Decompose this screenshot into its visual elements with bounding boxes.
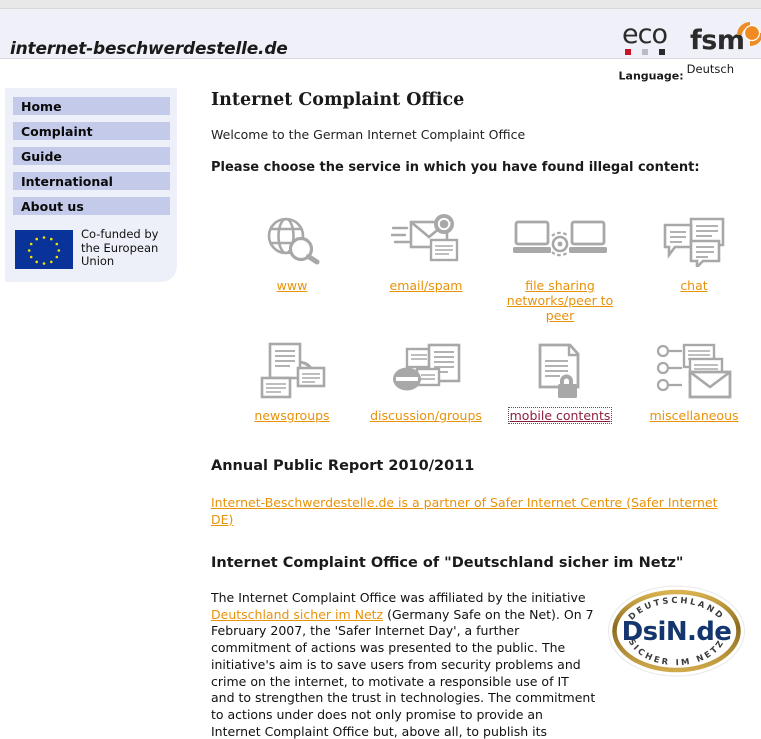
sidebar-item-label: Guide bbox=[21, 149, 62, 164]
documents-with-disc-icon bbox=[359, 340, 493, 402]
browser-top-strip bbox=[0, 0, 761, 9]
service-www[interactable]: www bbox=[225, 210, 359, 294]
sidebar-item-label: Home bbox=[21, 99, 62, 114]
sidebar-nav: Home Complaint Guide International About… bbox=[13, 97, 170, 222]
eco-logo-dots bbox=[625, 49, 673, 56]
service-newsgroups[interactable]: newsgroups bbox=[225, 340, 359, 424]
service-row-2: newsgroups discussion/groups mobile cont… bbox=[211, 340, 756, 460]
sidebar-item-guide[interactable]: Guide bbox=[13, 147, 170, 165]
service-mobile-contents[interactable]: mobile contents bbox=[493, 340, 627, 424]
sidebar-item-international[interactable]: International bbox=[13, 172, 170, 190]
two-computers-network-icon bbox=[493, 210, 627, 272]
nodes-documents-envelope-icon bbox=[627, 340, 761, 402]
service-row-1: www email/spam file sharing networks/pee… bbox=[211, 210, 756, 340]
service-chat[interactable]: chat bbox=[627, 210, 761, 294]
sidebar: Home Complaint Guide International About… bbox=[5, 88, 177, 282]
service-label[interactable]: newsgroups bbox=[254, 408, 329, 423]
service-email-spam[interactable]: email/spam bbox=[359, 210, 493, 294]
european-union-flag-icon bbox=[15, 230, 73, 269]
sidebar-item-label: Complaint bbox=[21, 124, 93, 139]
fsm-swoosh-icon bbox=[737, 22, 761, 46]
welcome-text: Welcome to the German Internet Complaint… bbox=[211, 127, 526, 142]
service-label[interactable]: mobile contents bbox=[507, 407, 613, 424]
eco-logo-text: eco bbox=[622, 19, 668, 50]
document-lock-icon bbox=[493, 340, 627, 402]
annual-report-heading: Annual Public Report 2010/2011 bbox=[211, 458, 475, 474]
service-miscellaneous[interactable]: miscellaneous bbox=[627, 340, 761, 424]
eco-logo: eco bbox=[622, 19, 680, 58]
language-value[interactable]: Deutsch bbox=[687, 62, 734, 76]
paragraph-text-after: (Germany Safe on the Net). On 7 February… bbox=[211, 606, 596, 739]
sidebar-item-about-us[interactable]: About us bbox=[13, 197, 170, 215]
stacked-documents-icon bbox=[225, 340, 359, 402]
service-label[interactable]: miscellaneous bbox=[649, 408, 738, 423]
svg-text:DsiN.de: DsiN.de bbox=[622, 617, 732, 647]
sidebar-item-complaint[interactable]: Complaint bbox=[13, 122, 170, 140]
dsin-heading: Internet Complaint Office of "Deutschlan… bbox=[211, 555, 684, 571]
site-header: internet-beschwerdestelle.de eco fsm bbox=[0, 9, 761, 59]
service-label[interactable]: www bbox=[277, 278, 308, 293]
safer-internet-partner-link[interactable]: Internet-Beschwerdestelle.de is a partne… bbox=[211, 494, 735, 528]
service-label[interactable]: file sharing networks/peer to peer bbox=[493, 278, 627, 323]
service-label[interactable]: email/spam bbox=[390, 278, 463, 293]
eu-funding-badge: Co-funded by the European Union bbox=[15, 227, 170, 274]
service-label[interactable]: discussion/groups bbox=[370, 408, 482, 423]
page-title: Internet Complaint Office bbox=[211, 90, 465, 110]
dsin-de-seal-icon: DEUTSCHLAND SICHER IM NETZ DsiN.de bbox=[605, 582, 748, 680]
globe-magnifier-icon bbox=[225, 210, 359, 272]
dsin-paragraph: The Internet Complaint Office was affili… bbox=[211, 590, 596, 739]
sidebar-item-label: About us bbox=[21, 199, 84, 214]
service-discussion-groups[interactable]: discussion/groups bbox=[359, 340, 493, 424]
service-icon-grid: www email/spam file sharing networks/pee… bbox=[211, 210, 756, 460]
dsin-initiative-link[interactable]: Deutschland sicher im Netz bbox=[211, 607, 383, 622]
site-title: internet-beschwerdestelle.de bbox=[10, 39, 288, 59]
language-selector[interactable]: Language: Deutsch bbox=[619, 62, 734, 82]
fsm-logo: fsm bbox=[690, 22, 761, 63]
main-content-header: Internet Complaint Office Welcome to the… bbox=[211, 90, 751, 175]
language-label: Language: bbox=[618, 69, 684, 83]
eu-funding-text: Co-funded by the European Union bbox=[81, 227, 159, 268]
speech-bubbles-icon bbox=[627, 210, 761, 272]
paragraph-text-before: The Internet Complaint Office was affili… bbox=[211, 590, 586, 605]
service-label[interactable]: chat bbox=[680, 278, 707, 293]
sidebar-item-home[interactable]: Home bbox=[13, 97, 170, 115]
email-at-sign-icon bbox=[359, 210, 493, 272]
page-root: internet-beschwerdestelle.de eco fsm Lan… bbox=[0, 0, 761, 739]
sidebar-item-label: International bbox=[21, 174, 113, 189]
service-file-sharing[interactable]: file sharing networks/peer to peer bbox=[493, 210, 627, 324]
choose-service-prompt: Please choose the service in which you h… bbox=[211, 160, 700, 175]
